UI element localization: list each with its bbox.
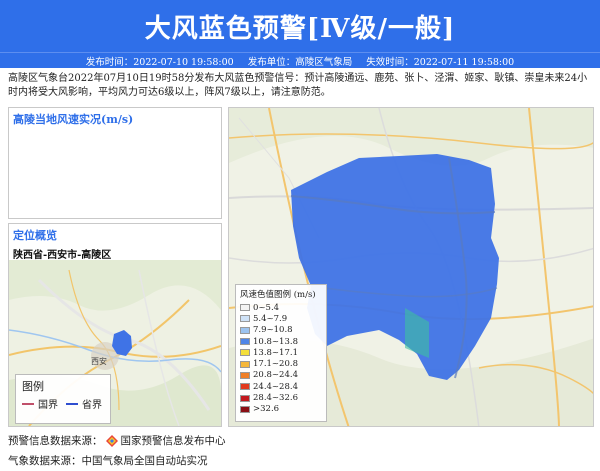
issuer: 发布单位：高陵区气象局 — [247, 56, 353, 68]
wind-legend-item: 28.4~32.6 — [240, 392, 322, 403]
header-banner: 大风蓝色预警[Ⅳ级/一般] — [0, 0, 600, 52]
legend-swatch — [240, 326, 250, 334]
legend-swatch — [240, 349, 250, 357]
legend-swatch — [240, 394, 250, 402]
national-border-line-icon — [22, 402, 34, 405]
overview-legend: 图例 国界 省界 — [15, 374, 111, 424]
legend-swatch — [240, 338, 250, 346]
page-title: 大风蓝色预警[Ⅳ级/一般] — [144, 13, 456, 44]
legend-range-label: 7.9~10.8 — [253, 325, 293, 336]
district-warning-map[interactable]: 风速色值图例 (m/s) 0~5.4 5.4~7.9 7.9~10.8 10.8~13… — [228, 107, 594, 427]
warning-source-label: 预警信息数据来源： — [8, 435, 103, 447]
legend-range-label: 17.1~20.8 — [253, 359, 298, 370]
location-overview-panel: 定位概览 陕西省-西安市-高陵区 西安 图例 国界 省界 — [8, 223, 222, 427]
wind-legend-item: 13.8~17.1 — [240, 347, 322, 358]
source-logo-icon — [105, 434, 118, 447]
legend-swatch — [240, 315, 250, 323]
provincial-border-line-icon — [66, 402, 78, 405]
wind-legend-item: 10.8~13.8 — [240, 336, 322, 347]
wind-legend-item: 17.1~20.8 — [240, 358, 322, 369]
expire-time: 失效时间：2022-07-11 19:58:00 — [366, 56, 515, 68]
location-panel-title: 定位概览 — [13, 229, 57, 242]
wind-legend-item: 5.4~7.9 — [240, 313, 322, 324]
legend-range-label: 24.4~28.4 — [253, 381, 298, 392]
warning-source-line: 预警信息数据来源： 国家预警信息发布中心 — [8, 433, 226, 448]
warning-description: 高陵区气象台2022年07月10日19时58分发布大风蓝色预警信号：预计高陵通远… — [8, 73, 588, 98]
wind-legend-item: 7.9~10.8 — [240, 325, 322, 336]
wind-speed-legend: 风速色值图例 (m/s) 0~5.4 5.4~7.9 7.9~10.8 10.8~13… — [235, 284, 327, 422]
wind-legend-list: 0~5.4 5.4~7.9 7.9~10.8 10.8~13.8 13.8~17.1 17… — [240, 302, 322, 415]
legend-range-label: >32.6 — [253, 404, 280, 415]
legend-item-provincial-border: 省界 — [66, 396, 102, 411]
location-path: 陕西省-西安市-高陵区 — [13, 250, 112, 261]
legend-swatch — [240, 360, 250, 368]
issue-time: 发布时间：2022-07-10 19:58:00 — [85, 56, 234, 68]
overview-map[interactable]: 西安 图例 国界 省界 — [9, 260, 221, 426]
legend-title: 图例 — [22, 380, 44, 393]
legend-swatch — [240, 383, 250, 391]
wind-legend-item: 20.8~24.4 — [240, 370, 322, 381]
legend-range-label: 13.8~17.1 — [253, 347, 298, 358]
wind-legend-item: >32.6 — [240, 404, 322, 415]
weather-source: 中国气象局全国自动站实况 — [81, 455, 208, 467]
legend-range-label: 20.8~24.4 — [253, 370, 298, 381]
wind-legend-item: 0~5.4 — [240, 302, 322, 313]
legend-item-national-border: 国界 — [22, 396, 58, 411]
legend-swatch — [240, 371, 250, 379]
weather-source-line: 气象数据来源： 中国气象局全国自动站实况 — [8, 453, 208, 468]
legend-range-label: 10.8~13.8 — [253, 336, 298, 347]
wind-legend-item: 24.4~28.4 — [240, 381, 322, 392]
meta-bar: 发布时间：2022-07-10 19:58:00 发布单位：高陵区气象局 失效时… — [0, 52, 600, 68]
wind-legend-title: 风速色值图例 (m/s) — [240, 290, 316, 300]
legend-range-label: 0~5.4 — [253, 302, 280, 313]
warning-source: 国家预警信息发布中心 — [120, 435, 226, 447]
weather-source-label: 气象数据来源： — [8, 455, 82, 467]
legend-swatch — [240, 405, 250, 413]
legend-range-label: 5.4~7.9 — [253, 313, 288, 324]
legend-range-label: 28.4~32.6 — [253, 393, 298, 404]
wind-panel-title: 高陵当地风速实况(m/s) — [13, 113, 134, 126]
map-label-xian: 西安 — [91, 357, 107, 366]
legend-swatch — [240, 304, 250, 312]
wind-speed-panel: 高陵当地风速实况(m/s) — [8, 107, 222, 219]
